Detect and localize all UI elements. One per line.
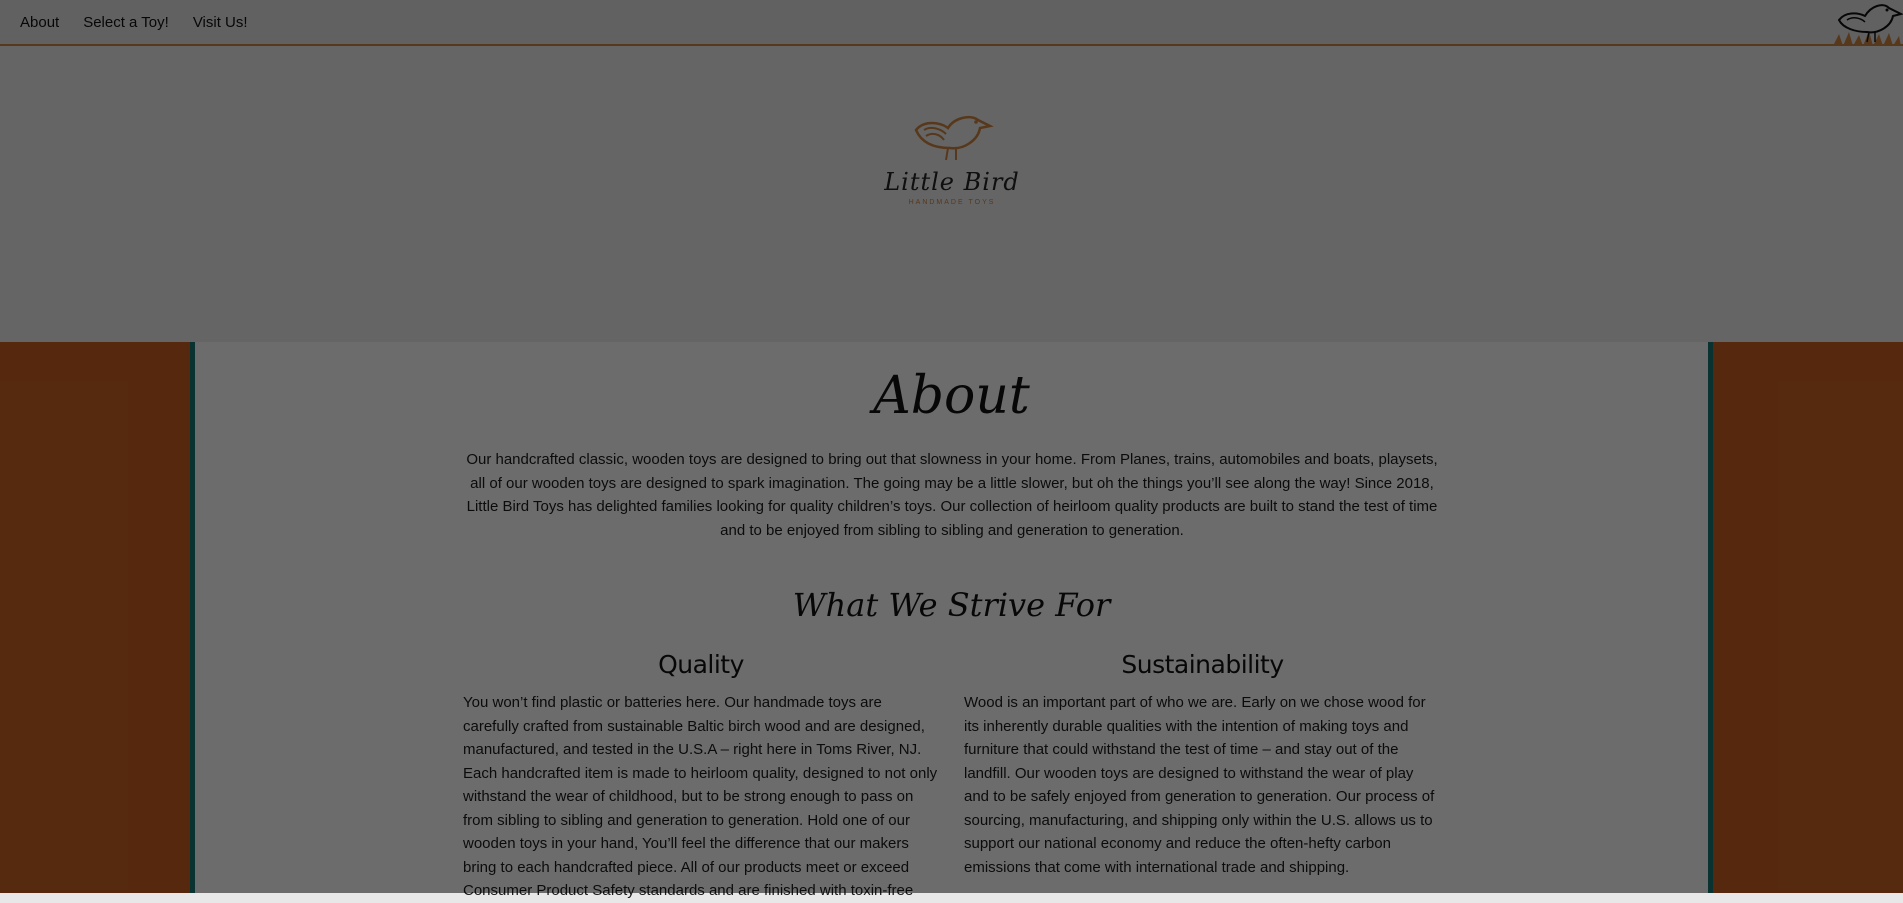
sustainability-paragraph: Wood is an important part of who we are.… [964,694,1435,876]
brand-subtitle: HANDMADE TOYS [908,199,996,206]
nav-link-select-toy[interactable]: Select a Toy! [83,14,169,31]
quality-paragraph: You won’t find plastic or batteries here… [463,694,938,899]
top-navbar: About Select a Toy! Visit Us! [0,0,1903,46]
sustainability-heading: Sustainability [1121,650,1284,679]
nav-link-about[interactable]: About [20,14,59,31]
nav-links: About Select a Toy! Visit Us! [20,14,248,31]
about-heading: About [873,366,1030,426]
strive-heading: What We Strive For [792,586,1111,624]
about-paragraph: Our handcrafted classic, wooden toys are… [466,451,1438,539]
bird-nest-icon[interactable] [1829,0,1903,48]
quality-heading: Quality [658,650,744,679]
brand-name: Little Bird [884,168,1020,196]
nav-link-visit-us[interactable]: Visit Us! [193,14,248,31]
